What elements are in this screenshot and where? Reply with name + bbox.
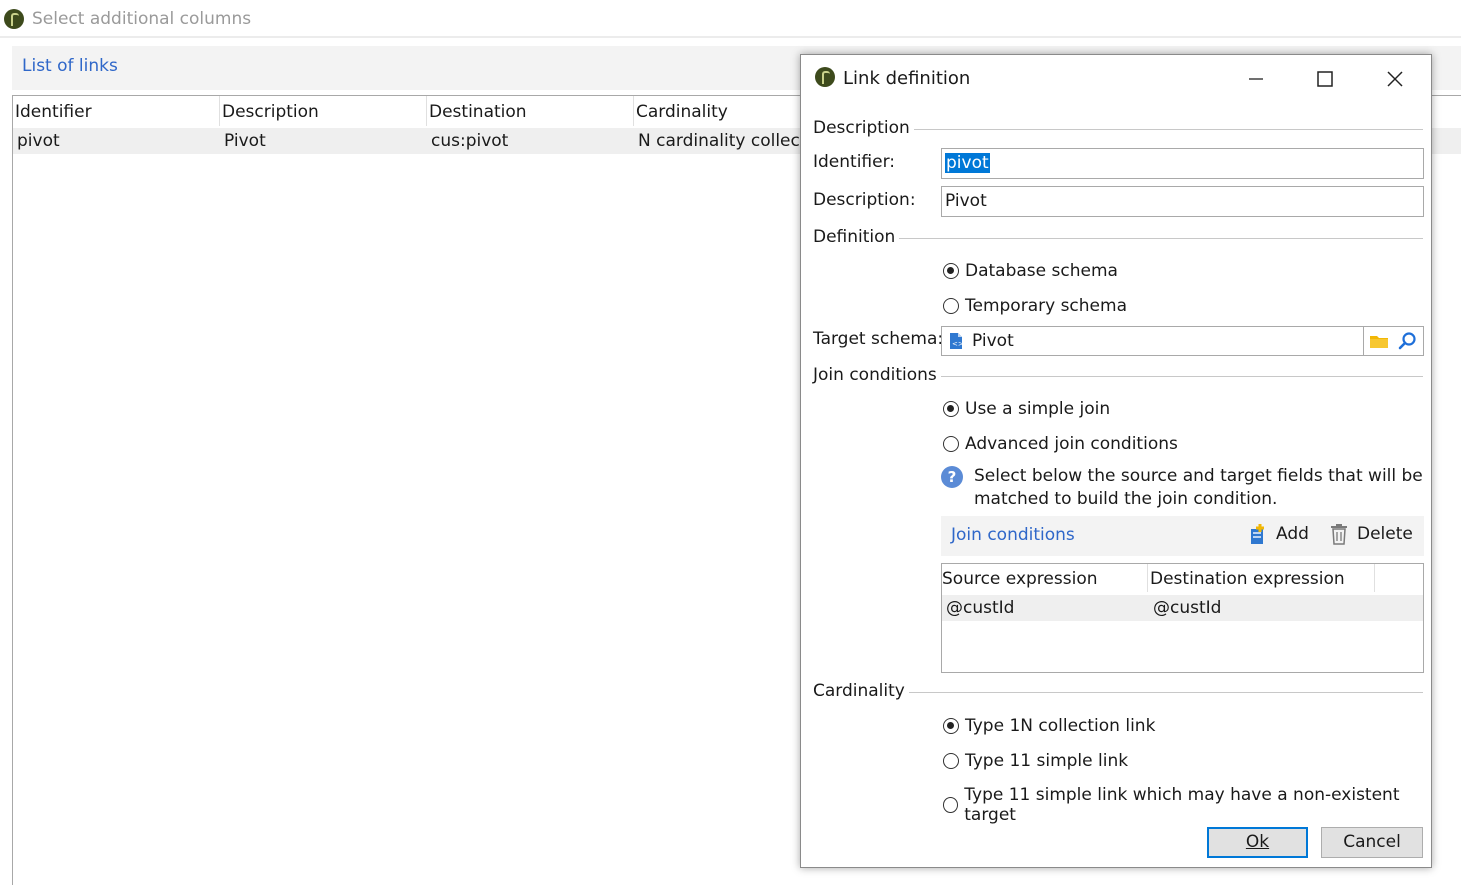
column-header-destination[interactable]: Destination bbox=[427, 96, 634, 126]
dialog-logo bbox=[815, 67, 835, 91]
ok-label: Ok bbox=[1245, 832, 1270, 852]
add-icon bbox=[1251, 524, 1264, 544]
column-header-identifier[interactable]: Identifier bbox=[13, 96, 220, 126]
radio-label: Database schema bbox=[965, 261, 1118, 281]
radio-indicator bbox=[943, 401, 959, 417]
svg-text:<>: <> bbox=[952, 340, 964, 348]
radio-indicator bbox=[943, 753, 959, 769]
section-label-list-of-links[interactable]: List of links bbox=[22, 56, 118, 76]
group-divider bbox=[901, 692, 1423, 693]
maximize-icon bbox=[1317, 71, 1333, 87]
help-icon: ? bbox=[941, 466, 963, 488]
target-schema-field[interactable]: <> Pivot bbox=[941, 326, 1364, 356]
radio-label: Advanced join conditions bbox=[965, 434, 1178, 454]
maximize-button[interactable] bbox=[1291, 55, 1359, 103]
cell-identifier: pivot bbox=[17, 131, 60, 151]
target-schema-actions bbox=[1364, 326, 1424, 356]
close-button[interactable] bbox=[1361, 55, 1429, 103]
cell-destination-expression: @custId bbox=[1153, 598, 1222, 618]
radio-cardinality-11-optional[interactable]: Type 11 simple link which may have a non… bbox=[943, 785, 1431, 825]
app-logo-icon bbox=[815, 67, 835, 87]
cell-source-expression: @custId bbox=[946, 598, 1015, 618]
cell-cardinality: N cardinality collecti bbox=[638, 131, 802, 151]
description-field[interactable]: Pivot bbox=[941, 186, 1424, 217]
radio-label: Temporary schema bbox=[965, 296, 1127, 316]
folder-icon[interactable] bbox=[1369, 333, 1389, 349]
description-label: Description: bbox=[813, 190, 916, 210]
help-text: Select below the source and target field… bbox=[974, 465, 1423, 511]
column-header-description[interactable]: Description bbox=[220, 96, 427, 126]
app-logo-icon bbox=[4, 9, 24, 29]
window-title-bar: Select additional columns bbox=[4, 6, 251, 32]
schema-document-icon: <> bbox=[950, 333, 964, 349]
identifier-label: Identifier: bbox=[813, 152, 896, 172]
help-text-line: matched to build the join condition. bbox=[974, 489, 1278, 509]
identifier-field[interactable]: pivot bbox=[941, 148, 1424, 179]
cell-description: Pivot bbox=[224, 131, 266, 151]
cell-destination: cus:pivot bbox=[431, 131, 509, 151]
group-label-description: Description bbox=[813, 118, 914, 138]
join-conditions-toolbar-label: Join conditions bbox=[951, 525, 1075, 545]
radio-database-schema[interactable]: Database schema bbox=[943, 261, 1118, 281]
minimize-button[interactable] bbox=[1222, 55, 1290, 103]
radio-advanced-join[interactable]: Advanced join conditions bbox=[943, 434, 1178, 454]
radio-indicator bbox=[943, 797, 959, 813]
group-divider bbox=[891, 238, 1423, 239]
radio-label: Type 11 simple link which may have a non… bbox=[964, 785, 1400, 825]
ok-button[interactable]: Ok bbox=[1207, 827, 1308, 858]
dialog-title: Link definition bbox=[843, 68, 971, 89]
add-label: Add bbox=[1276, 524, 1309, 544]
column-header-cardinality[interactable]: Cardinality bbox=[634, 96, 814, 126]
group-label-cardinality: Cardinality bbox=[813, 681, 909, 701]
radio-indicator bbox=[943, 298, 959, 314]
link-definition-dialog: Link definition Description Identifier: … bbox=[800, 54, 1432, 868]
help-text-line: Select below the source and target field… bbox=[974, 466, 1423, 486]
column-header-destination-expression[interactable]: Destination expression bbox=[1150, 564, 1375, 592]
radio-label: Type 1N collection link bbox=[965, 716, 1156, 736]
group-label-join-conditions: Join conditions bbox=[813, 365, 941, 385]
search-icon[interactable] bbox=[1398, 331, 1418, 351]
delete-label: Delete bbox=[1357, 524, 1413, 544]
radio-temporary-schema[interactable]: Temporary schema bbox=[943, 296, 1127, 316]
target-schema-label: Target schema: bbox=[813, 329, 944, 349]
divider bbox=[0, 36, 1461, 38]
radio-label: Type 11 simple link bbox=[965, 751, 1129, 771]
column-header-source-expression[interactable]: Source expression bbox=[942, 564, 1148, 592]
radio-indicator bbox=[943, 436, 959, 452]
target-schema-value: Pivot bbox=[972, 331, 1014, 351]
radio-label: Use a simple join bbox=[965, 399, 1111, 419]
trash-icon bbox=[1331, 524, 1347, 545]
delete-button[interactable]: Delete bbox=[1329, 523, 1413, 545]
radio-cardinality-1n[interactable]: Type 1N collection link bbox=[943, 716, 1155, 736]
radio-indicator bbox=[943, 718, 959, 734]
group-label-definition: Definition bbox=[813, 227, 900, 247]
window-title: Select additional columns bbox=[32, 9, 252, 29]
add-button[interactable]: Add bbox=[1247, 523, 1309, 545]
radio-cardinality-11[interactable]: Type 11 simple link bbox=[943, 751, 1128, 771]
radio-simple-join[interactable]: Use a simple join bbox=[943, 399, 1110, 419]
radio-indicator bbox=[943, 263, 959, 279]
close-icon bbox=[1387, 71, 1403, 87]
group-divider bbox=[936, 376, 1423, 377]
group-divider bbox=[901, 129, 1423, 130]
identifier-value: pivot bbox=[945, 153, 990, 173]
cancel-button[interactable]: Cancel bbox=[1321, 827, 1423, 858]
minimize-icon bbox=[1249, 78, 1263, 80]
